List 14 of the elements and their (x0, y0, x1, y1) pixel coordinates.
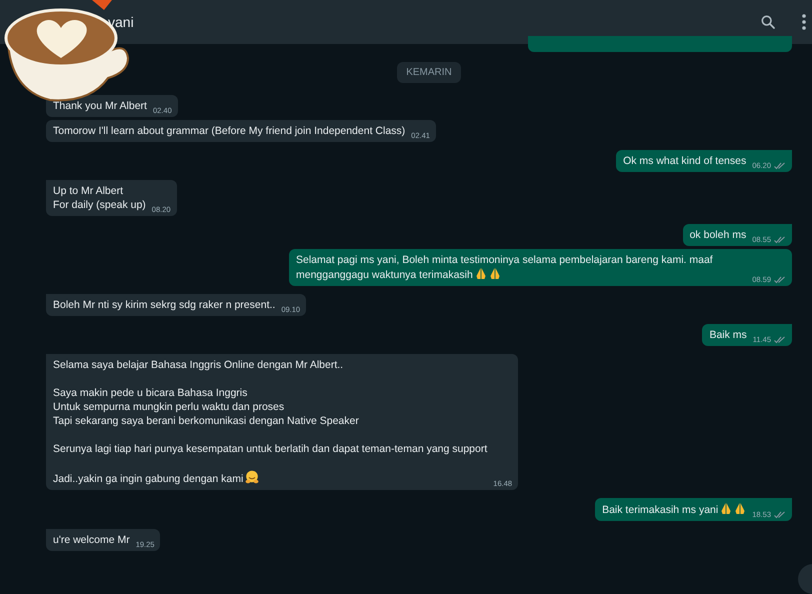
message-text: Baik ms (709, 328, 747, 342)
message-text: Boleh Mr nti sy kirim sekrg sdg raker n present.. (53, 298, 276, 312)
message-text: ok boleh ms (690, 228, 746, 242)
message-text: Thank you Mr Albert (53, 99, 147, 113)
message-text: Ok ms what kind of tenses (623, 154, 746, 168)
message-text: u're welcome Mr (53, 533, 130, 547)
date-divider: KEMARIN (397, 62, 461, 83)
message-text: Up to Mr Albert For daily (speak up) (53, 184, 146, 212)
message-text: Selamat pagi ms yani, Boleh minta testimoninya selama pembelajaran bareng kami. maaf mengganggagu waktunya terimakasih (296, 253, 714, 282)
message-text: Baik terimakasih ms yani (602, 502, 746, 517)
message-text: Selama saya belajar Bahasa Inggris Online dengan Mr Albert.. Saya makin pede u bicara Bahasa Inggris Untuk sempurna mungkin perlu waktu dan proses Tapi sekarang saya berani berkomunikasi dengan Native Speaker Serunya lagi tiap hari punya kesempatan untuk berlatih dan dapat teman-teman yang support Jadi..yakin ga ingin gabung dengan kami (53, 358, 488, 486)
search-icon[interactable] (760, 14, 776, 30)
menu-icon[interactable] (802, 14, 806, 30)
message-text: Tomorow I'll learn about grammar (Before My friend join Independent Class) (53, 124, 406, 138)
